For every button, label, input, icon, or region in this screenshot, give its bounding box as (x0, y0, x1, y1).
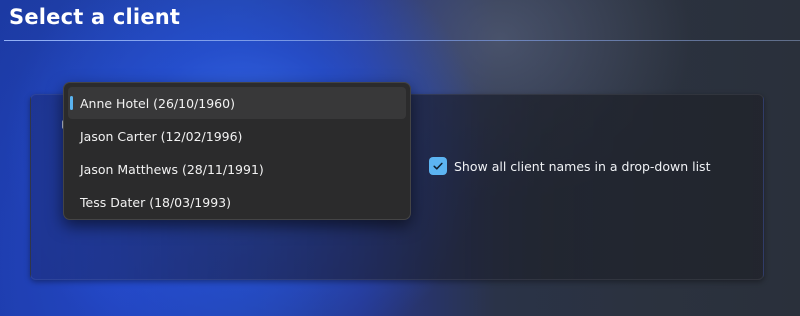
client-option-anne-hotel[interactable]: Anne Hotel (26/10/1960) (68, 87, 406, 119)
client-option-tess-dater[interactable]: Tess Dater (18/03/1993) (68, 186, 406, 218)
client-option-label: Jason Matthews (28/11/1991) (80, 161, 264, 177)
client-option-jason-matthews[interactable]: Jason Matthews (28/11/1991) (68, 153, 406, 185)
client-option-label: Anne Hotel (26/10/1960) (80, 95, 235, 111)
page-title: Select a client (9, 5, 181, 29)
checkmark-icon (433, 162, 443, 170)
client-option-label: Jason Carter (12/02/1996) (80, 128, 243, 144)
show-all-clients-checkbox[interactable] (429, 157, 447, 175)
show-all-clients-toggle[interactable]: Show all client names in a drop-down lis… (429, 157, 710, 175)
client-option-jason-carter[interactable]: Jason Carter (12/02/1996) (68, 120, 406, 152)
client-dropdown-list[interactable]: Anne Hotel (26/10/1960) Jason Carter (12… (63, 82, 411, 220)
client-option-label: Tess Dater (18/03/1993) (80, 194, 231, 210)
show-all-clients-label: Show all client names in a drop-down lis… (454, 158, 711, 174)
selection-indicator (70, 96, 73, 110)
title-divider (4, 40, 800, 41)
